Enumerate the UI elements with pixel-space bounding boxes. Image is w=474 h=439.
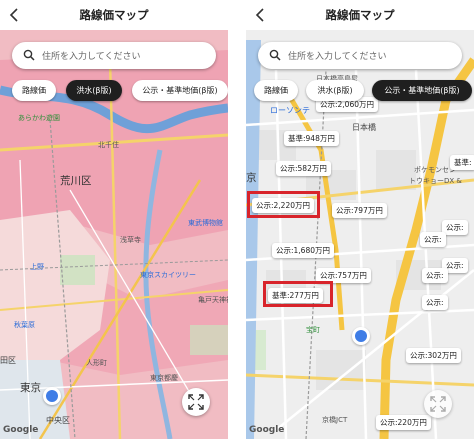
map-label: 中央区 xyxy=(46,416,70,425)
expand-icon xyxy=(430,396,446,412)
price-tag[interactable]: 公示: xyxy=(422,268,448,283)
map-label: 亀戸天神社 xyxy=(198,296,228,304)
map-label: 宝町 xyxy=(306,326,320,334)
chip-rosenka[interactable]: 路線価 xyxy=(254,80,298,101)
map-label: 浅草寺 xyxy=(120,236,141,244)
google-attribution: Google xyxy=(3,425,39,435)
google-attribution: Google xyxy=(249,425,285,435)
address-search-bar[interactable]: 住所を入力してください xyxy=(258,42,462,69)
chip-flood[interactable]: 洪水(β版) xyxy=(306,80,364,101)
app-bar: 路線価マップ xyxy=(246,0,474,30)
highlight-box xyxy=(247,191,320,218)
map-label: 日本橋 xyxy=(352,123,376,132)
fullscreen-button[interactable] xyxy=(424,390,452,418)
price-tag[interactable]: 公示:797万円 xyxy=(332,203,387,218)
address-search-bar[interactable]: 住所を入力してください xyxy=(12,42,216,69)
current-location-dot xyxy=(352,327,370,345)
price-tag[interactable]: 公示: xyxy=(420,232,446,247)
map-label: あらかわ遊園 xyxy=(18,114,60,122)
price-tag[interactable]: 公示: xyxy=(442,220,468,235)
map-label: 荒川区 xyxy=(60,175,92,187)
price-tag[interactable]: 公示:1,680万円 xyxy=(272,243,334,258)
search-input[interactable]: 住所を入力してください xyxy=(288,49,386,62)
page-title: 路線価マップ xyxy=(79,8,149,22)
search-icon xyxy=(269,49,281,61)
page-title: 路線価マップ xyxy=(325,8,395,22)
price-tag[interactable]: 公示:302万円 xyxy=(406,348,461,363)
chip-rosenka[interactable]: 路線価 xyxy=(12,80,56,101)
phone-right: 路線価マップ 日本橋高島屋 ローソンテ 日本橋 ポケモンセン トウキョーDX &… xyxy=(246,0,474,439)
price-tag[interactable]: 公示:220万円 xyxy=(376,415,431,430)
map-label: 人形町 xyxy=(86,359,107,367)
map-label: 東京スカイツリー xyxy=(140,271,196,279)
current-location-dot xyxy=(43,387,61,405)
map-label: 上野 xyxy=(30,263,44,271)
price-tag[interactable]: 基準: xyxy=(450,155,474,170)
search-icon xyxy=(23,49,35,61)
fullscreen-button[interactable] xyxy=(182,388,210,416)
layer-chip-bar: 路線価 洪水(β版) 公示・基準地価(β版) xyxy=(0,80,228,102)
map-label: ローソンテ xyxy=(270,106,310,115)
search-input[interactable]: 住所を入力してください xyxy=(42,49,140,62)
map-label: トウキョーDX & xyxy=(409,177,462,185)
map-label: 東京 xyxy=(20,382,41,394)
app-bar: 路線価マップ xyxy=(0,0,228,30)
map-label: 秋葉原 xyxy=(14,321,35,329)
price-tag[interactable]: 公示: xyxy=(422,295,448,310)
phone-left: 路線価マップ あらかわ遊園 北千住 荒川区 東武博物館 浅草寺 上野 東京スカイ… xyxy=(0,0,228,439)
chip-land-price[interactable]: 公示・基準地価(β版) xyxy=(132,80,228,101)
layer-chip-bar: 路線価 洪水(β版) 公示・基準地価(β版) xyxy=(246,80,474,102)
expand-icon xyxy=(188,394,204,410)
chip-flood[interactable]: 洪水(β版) xyxy=(66,80,122,101)
map-label: 北千住 xyxy=(98,141,119,149)
map-label: 東武博物館 xyxy=(188,219,223,227)
chip-land-price[interactable]: 公示・基準地価(β版) xyxy=(372,80,472,101)
map-label: 京 xyxy=(246,172,257,184)
price-tag[interactable]: 公示:582万円 xyxy=(276,161,331,176)
price-tag[interactable]: 基準:948万円 xyxy=(284,131,339,146)
map-label: 京橋JCT xyxy=(322,416,348,424)
map-label: 田区 xyxy=(0,356,16,365)
map-label: 東京都慶 xyxy=(150,374,178,382)
highlight-box xyxy=(263,281,333,307)
